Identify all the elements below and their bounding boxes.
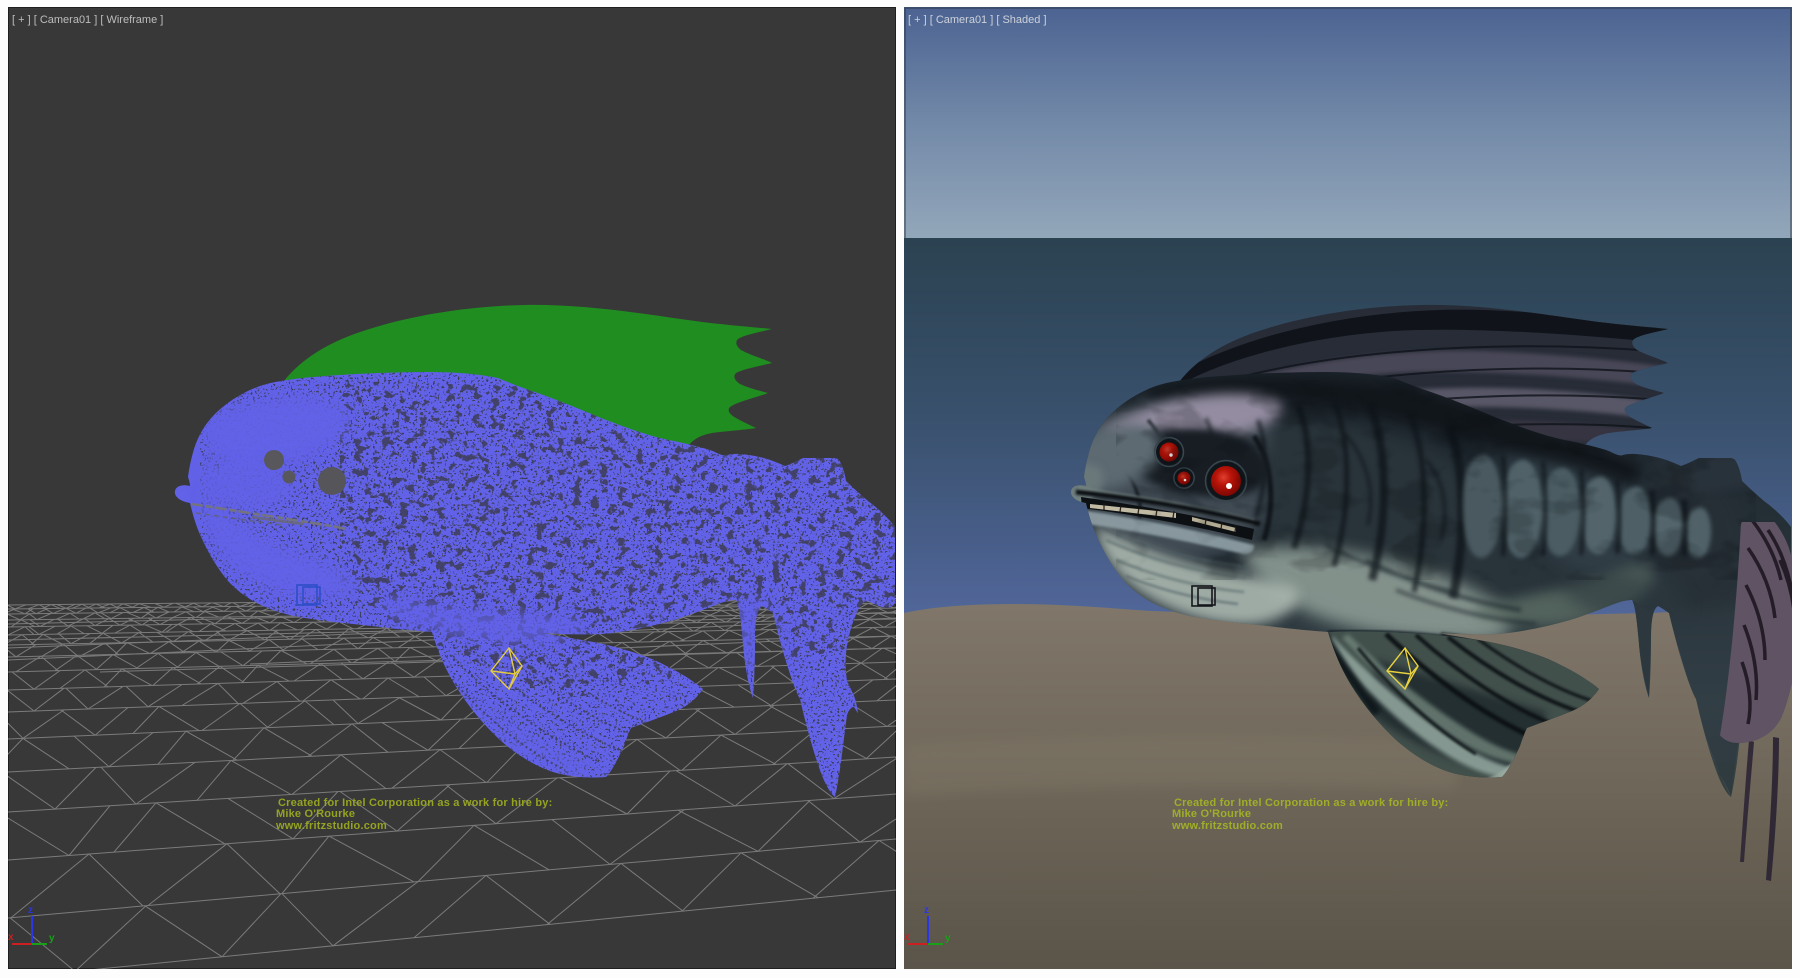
- svg-text:[ + ] [ Camera01 ] [ Wireframe: [ + ] [ Camera01 ] [ Wireframe ]: [12, 14, 163, 26]
- svg-text:[ + ] [ Camera01 ] [ Shaded ]: [ + ] [ Camera01 ] [ Shaded ]: [908, 14, 1047, 26]
- svg-text:x: x: [904, 932, 910, 943]
- svg-text:z: z: [924, 905, 929, 916]
- svg-text:y: y: [945, 933, 951, 944]
- svg-text:x: x: [8, 932, 14, 943]
- svg-text:www.fritzstudio.com: www.fritzstudio.com: [275, 820, 387, 832]
- svg-text:Mike O'Rourke: Mike O'Rourke: [276, 808, 355, 820]
- svg-text:www.fritzstudio.com: www.fritzstudio.com: [1171, 820, 1283, 832]
- svg-text:y: y: [49, 933, 55, 944]
- svg-text:Mike O'Rourke: Mike O'Rourke: [1172, 808, 1251, 820]
- svg-text:z: z: [28, 905, 33, 916]
